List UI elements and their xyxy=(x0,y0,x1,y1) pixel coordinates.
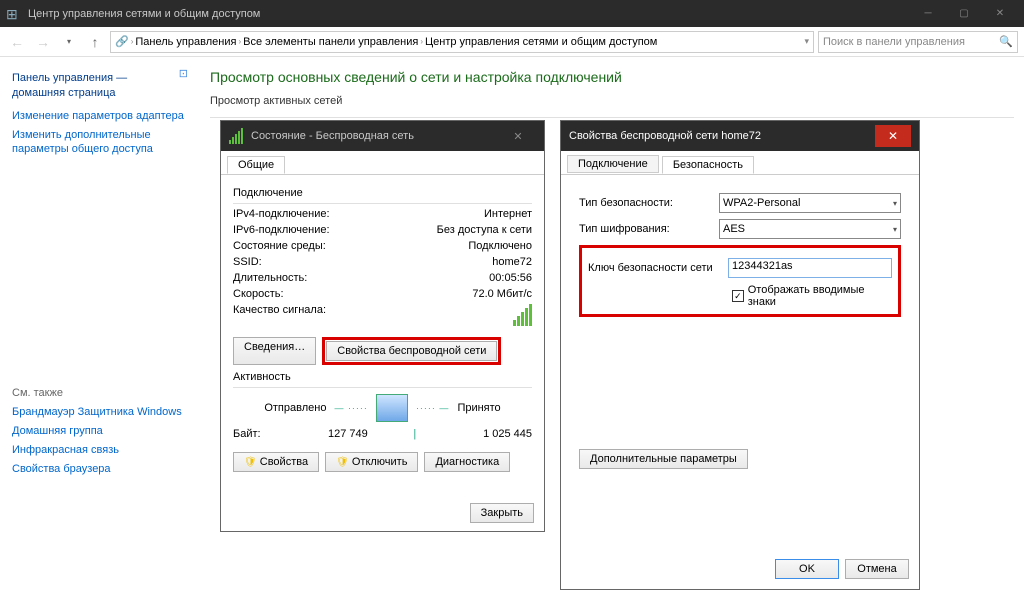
close-button[interactable]: Закрыть xyxy=(470,503,534,523)
row-value: Без доступа к сети xyxy=(437,224,532,236)
group-connection-label: Подключение xyxy=(233,187,532,199)
wifi-status-dialog: Состояние - Беспроводная сеть ✕ Общие По… xyxy=(220,120,545,532)
recv-label: Принято xyxy=(457,402,500,414)
recv-activity-icon: ····· — xyxy=(416,403,450,413)
see-also-firewall[interactable]: Брандмауэр Защитника Windows xyxy=(12,405,188,420)
bytes-sent-value: 127 749 xyxy=(298,428,368,440)
breadcrumb-item[interactable]: Центр управления сетями и общим доступом xyxy=(425,36,657,48)
encryption-select[interactable]: AES▾ xyxy=(719,219,901,239)
search-placeholder: Поиск в панели управления xyxy=(823,36,965,48)
computer-icon xyxy=(376,394,408,422)
search-input[interactable]: Поиск в панели управления 🔍 xyxy=(818,31,1018,53)
breadcrumb[interactable]: › Панель управления › Все элементы панел… xyxy=(110,31,814,53)
row-value: Подключено xyxy=(468,240,532,252)
sidebar-link-sharing[interactable]: Изменить дополнительные параметры общего… xyxy=(12,128,188,158)
row-value: home72 xyxy=(492,256,532,268)
cancel-button[interactable]: Отмена xyxy=(845,559,909,579)
dialog-title: Свойства беспроводной сети home72 xyxy=(569,130,761,142)
network-icon: ⊡ xyxy=(179,67,188,80)
see-also-homegroup[interactable]: Домашняя группа xyxy=(12,424,188,439)
forward-button[interactable]: → xyxy=(32,31,54,53)
breadcrumb-item[interactable]: Все элементы панели управления xyxy=(243,36,418,48)
search-icon: 🔍 xyxy=(999,35,1013,48)
signal-strength-icon xyxy=(513,304,532,329)
row-value: 72.0 Мбит/с xyxy=(472,288,532,300)
navigation-bar: ← → ▾ ↑ › Панель управления › Все элемен… xyxy=(0,27,1024,57)
diagnostics-button[interactable]: Диагностика xyxy=(424,452,510,472)
minimize-button[interactable]: ─ xyxy=(910,0,946,27)
app-icon xyxy=(6,6,22,22)
up-button[interactable]: ↑ xyxy=(84,31,106,53)
encryption-label: Тип шифрования: xyxy=(579,223,719,235)
sidebar-link-adapter[interactable]: Изменение параметров адаптера xyxy=(12,109,188,124)
close-icon[interactable]: ✕ xyxy=(500,130,536,143)
row-label: SSID: xyxy=(233,256,262,268)
advanced-params-button[interactable]: Дополнительные параметры xyxy=(579,449,748,469)
close-icon[interactable]: ✕ xyxy=(875,125,911,147)
chevron-down-icon: ▾ xyxy=(893,199,897,208)
show-chars-label: Отображать вводимые знаки xyxy=(748,284,892,308)
tab-security[interactable]: Безопасность xyxy=(662,156,754,174)
dialog-title: Состояние - Беспроводная сеть xyxy=(251,130,414,142)
row-value: Интернет xyxy=(484,208,532,220)
security-type-label: Тип безопасности: xyxy=(579,197,719,209)
window-title: Центр управления сетями и общим доступом xyxy=(28,8,260,20)
breadcrumb-dropdown-icon[interactable]: ▾ xyxy=(804,36,809,47)
see-also-browser[interactable]: Свойства браузера xyxy=(12,462,188,477)
breadcrumb-icon xyxy=(115,35,129,48)
maximize-button[interactable]: ▢ xyxy=(946,0,982,27)
highlighted-security-key-area: Ключ безопасности сети 12344321as ✓ Отоб… xyxy=(579,245,901,317)
window-titlebar: Центр управления сетями и общим доступом… xyxy=(0,0,1024,27)
see-also-label: См. также xyxy=(12,387,188,399)
shield-icon: 🛡 xyxy=(336,457,349,468)
disable-button[interactable]: 🛡 Отключить xyxy=(325,452,418,472)
details-button[interactable]: Сведения… xyxy=(233,337,316,365)
security-key-label: Ключ безопасности сети xyxy=(588,262,728,274)
page-heading: Просмотр основных сведений о сети и наст… xyxy=(210,69,1014,85)
row-label: Длительность: xyxy=(233,272,307,284)
ok-button[interactable]: OK xyxy=(775,559,839,579)
signal-icon xyxy=(229,128,243,144)
group-activity-label: Активность xyxy=(233,371,532,383)
bytes-label: Байт: xyxy=(233,428,261,440)
row-label: Качество сигнала: xyxy=(233,304,326,329)
row-label: IPv4-подключение: xyxy=(233,208,330,220)
properties-button[interactable]: 🛡 Свойства xyxy=(233,452,319,472)
history-dropdown[interactable]: ▾ xyxy=(58,31,80,53)
show-chars-checkbox[interactable]: ✓ xyxy=(732,290,744,302)
security-key-input[interactable]: 12344321as xyxy=(728,258,892,278)
tab-general[interactable]: Общие xyxy=(227,156,285,174)
breadcrumb-item[interactable]: Панель управления xyxy=(135,36,236,48)
left-sidebar: Панель управления — домашняя страница ⊡ … xyxy=(0,57,200,599)
close-button[interactable]: ✕ xyxy=(982,0,1018,27)
wifi-properties-button[interactable]: Свойства беспроводной сети xyxy=(326,341,497,361)
bytes-recv-value: 1 025 445 xyxy=(462,428,532,440)
back-button[interactable]: ← xyxy=(6,31,28,53)
chevron-down-icon: ▾ xyxy=(893,225,897,234)
row-value: 00:05:56 xyxy=(489,272,532,284)
see-also-infrared[interactable]: Инфракрасная связь xyxy=(12,443,188,458)
sent-label: Отправлено xyxy=(264,402,326,414)
sent-activity-icon: — ····· xyxy=(334,403,368,413)
row-label: Состояние среды: xyxy=(233,240,326,252)
row-label: Скорость: xyxy=(233,288,284,300)
tab-connection[interactable]: Подключение xyxy=(567,155,659,173)
wifi-properties-dialog: Свойства беспроводной сети home72 ✕ Подк… xyxy=(560,120,920,590)
control-panel-home-link[interactable]: Панель управления — домашняя страница xyxy=(12,71,173,101)
shield-icon: 🛡 xyxy=(244,457,257,468)
row-label: IPv6-подключение: xyxy=(233,224,330,236)
page-subheading: Просмотр активных сетей xyxy=(210,95,1014,107)
security-type-select[interactable]: WPA2-Personal▾ xyxy=(719,193,901,213)
